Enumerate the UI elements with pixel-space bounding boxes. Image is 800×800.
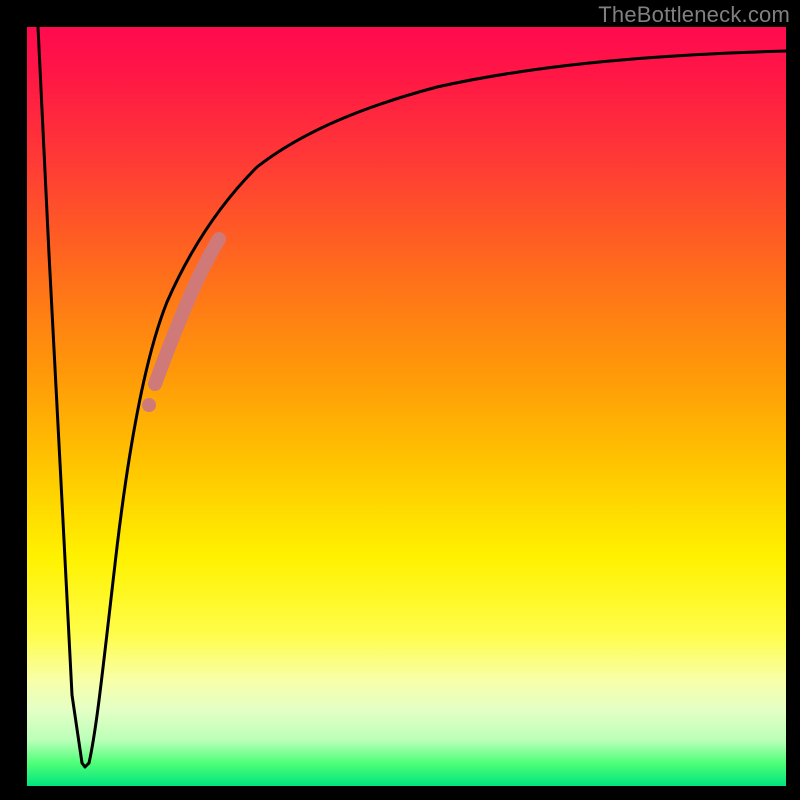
curve-left-branch bbox=[38, 27, 89, 767]
chart-plot-area bbox=[27, 27, 786, 786]
watermark-text: TheBottleneck.com bbox=[598, 2, 790, 28]
curve-right-branch bbox=[89, 51, 786, 763]
chart-svg bbox=[27, 27, 786, 786]
highlight-dot bbox=[142, 398, 156, 412]
chart-frame: TheBottleneck.com bbox=[0, 0, 800, 800]
